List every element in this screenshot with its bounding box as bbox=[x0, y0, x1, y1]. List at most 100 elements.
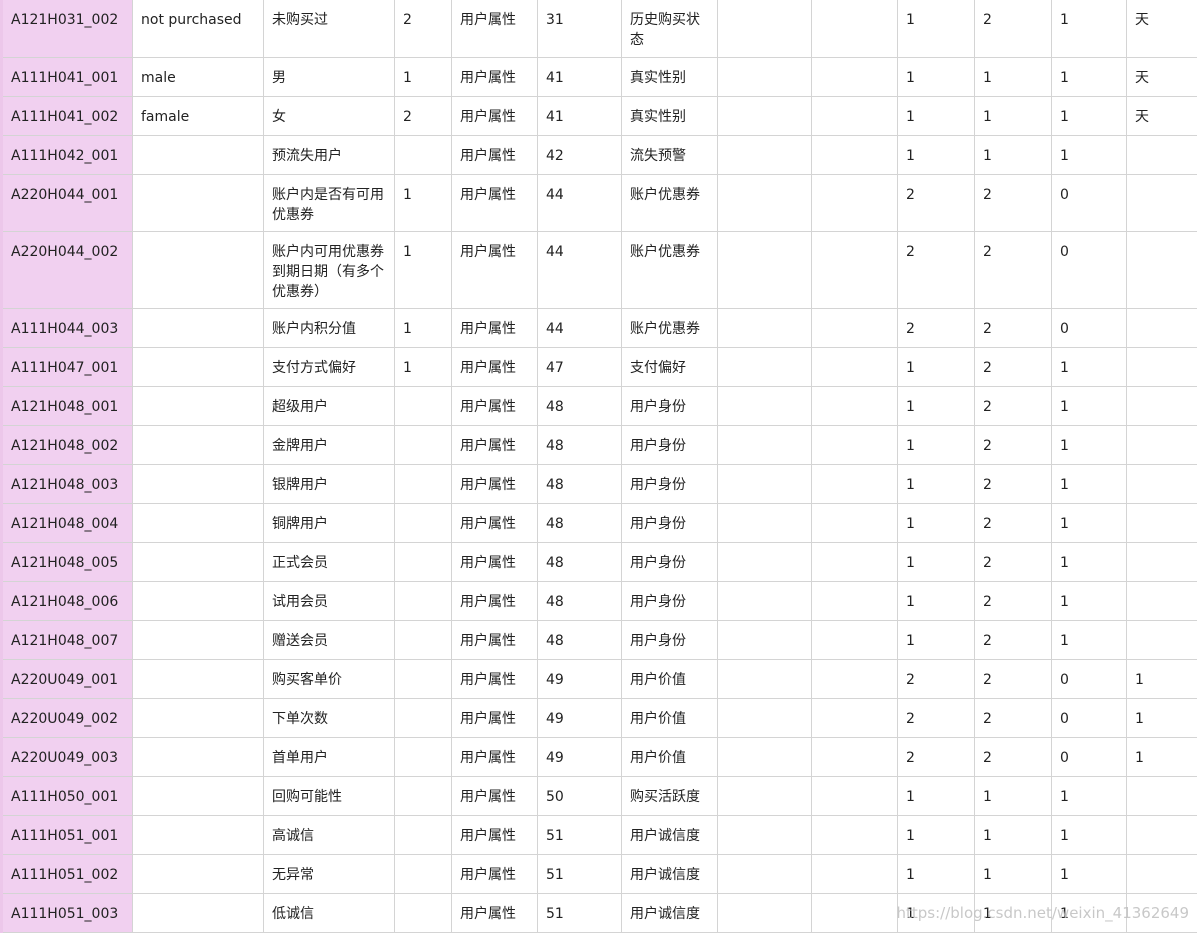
unit-cell[interactable] bbox=[1127, 504, 1197, 543]
flag-a-cell[interactable]: 1 bbox=[898, 816, 975, 855]
flag-c-cell[interactable]: 1 bbox=[1052, 582, 1127, 621]
attribute-type-cell[interactable]: 用户属性 bbox=[452, 97, 538, 136]
unit-cell[interactable] bbox=[1127, 387, 1197, 426]
empty-cell[interactable] bbox=[718, 348, 812, 387]
category-number-cell[interactable]: 49 bbox=[538, 699, 622, 738]
english-name-cell[interactable] bbox=[133, 348, 264, 387]
flag-b-cell[interactable]: 2 bbox=[975, 699, 1052, 738]
category-number-cell[interactable]: 47 bbox=[538, 348, 622, 387]
flag-b-cell[interactable]: 2 bbox=[975, 175, 1052, 232]
unit-cell[interactable]: 1 bbox=[1127, 660, 1197, 699]
english-name-cell[interactable] bbox=[133, 426, 264, 465]
empty-cell[interactable] bbox=[812, 175, 898, 232]
tag-code-cell[interactable]: A111H051_001 bbox=[2, 816, 133, 855]
attribute-type-cell[interactable]: 用户属性 bbox=[452, 543, 538, 582]
flag-b-cell[interactable]: 1 bbox=[975, 777, 1052, 816]
category-number-cell[interactable]: 31 bbox=[538, 0, 622, 58]
english-name-cell[interactable]: not purchased bbox=[133, 0, 264, 58]
category-name-cell[interactable]: 支付偏好 bbox=[622, 348, 718, 387]
tag-code-cell[interactable]: A111H051_003 bbox=[2, 894, 133, 933]
category-name-cell[interactable]: 用户身份 bbox=[622, 504, 718, 543]
category-number-cell[interactable]: 48 bbox=[538, 504, 622, 543]
unit-cell[interactable]: 1 bbox=[1127, 699, 1197, 738]
english-name-cell[interactable]: famale bbox=[133, 97, 264, 136]
empty-cell[interactable] bbox=[718, 699, 812, 738]
tag-value-cell[interactable] bbox=[395, 543, 452, 582]
category-number-cell[interactable]: 48 bbox=[538, 621, 622, 660]
category-name-cell[interactable]: 用户价值 bbox=[622, 699, 718, 738]
empty-cell[interactable] bbox=[718, 465, 812, 504]
empty-cell[interactable] bbox=[718, 175, 812, 232]
category-name-cell[interactable]: 用户身份 bbox=[622, 582, 718, 621]
tag-name-cell[interactable]: 金牌用户 bbox=[264, 426, 395, 465]
flag-c-cell[interactable]: 0 bbox=[1052, 660, 1127, 699]
empty-cell[interactable] bbox=[718, 309, 812, 348]
english-name-cell[interactable] bbox=[133, 621, 264, 660]
flag-c-cell[interactable]: 1 bbox=[1052, 465, 1127, 504]
attribute-type-cell[interactable]: 用户属性 bbox=[452, 465, 538, 504]
unit-cell[interactable] bbox=[1127, 175, 1197, 232]
tag-code-cell[interactable]: A111H051_002 bbox=[2, 855, 133, 894]
tag-code-cell[interactable]: A220H044_001 bbox=[2, 175, 133, 232]
unit-cell[interactable] bbox=[1127, 136, 1197, 175]
empty-cell[interactable] bbox=[812, 543, 898, 582]
category-name-cell[interactable]: 购买活跃度 bbox=[622, 777, 718, 816]
empty-cell[interactable] bbox=[812, 387, 898, 426]
tag-name-cell[interactable]: 首单用户 bbox=[264, 738, 395, 777]
tag-value-cell[interactable] bbox=[395, 777, 452, 816]
flag-c-cell[interactable]: 0 bbox=[1052, 699, 1127, 738]
flag-a-cell[interactable]: 1 bbox=[898, 348, 975, 387]
attribute-type-cell[interactable]: 用户属性 bbox=[452, 387, 538, 426]
tag-value-cell[interactable] bbox=[395, 894, 452, 933]
flag-b-cell[interactable]: 1 bbox=[975, 136, 1052, 175]
unit-cell[interactable] bbox=[1127, 348, 1197, 387]
attribute-type-cell[interactable]: 用户属性 bbox=[452, 582, 538, 621]
empty-cell[interactable] bbox=[812, 660, 898, 699]
flag-a-cell[interactable]: 1 bbox=[898, 465, 975, 504]
flag-b-cell[interactable]: 2 bbox=[975, 465, 1052, 504]
empty-cell[interactable] bbox=[718, 97, 812, 136]
empty-cell[interactable] bbox=[718, 58, 812, 97]
tag-value-cell[interactable]: 1 bbox=[395, 232, 452, 309]
tag-name-cell[interactable]: 超级用户 bbox=[264, 387, 395, 426]
empty-cell[interactable] bbox=[812, 0, 898, 58]
flag-c-cell[interactable]: 1 bbox=[1052, 387, 1127, 426]
unit-cell[interactable] bbox=[1127, 309, 1197, 348]
english-name-cell[interactable]: male bbox=[133, 58, 264, 97]
english-name-cell[interactable] bbox=[133, 699, 264, 738]
tag-code-cell[interactable]: A121H048_006 bbox=[2, 582, 133, 621]
tag-code-cell[interactable]: A111H044_003 bbox=[2, 309, 133, 348]
empty-cell[interactable] bbox=[718, 543, 812, 582]
flag-a-cell[interactable]: 2 bbox=[898, 309, 975, 348]
attribute-type-cell[interactable]: 用户属性 bbox=[452, 348, 538, 387]
flag-c-cell[interactable]: 1 bbox=[1052, 0, 1127, 58]
empty-cell[interactable] bbox=[718, 738, 812, 777]
flag-b-cell[interactable]: 2 bbox=[975, 426, 1052, 465]
english-name-cell[interactable] bbox=[133, 816, 264, 855]
category-number-cell[interactable]: 42 bbox=[538, 136, 622, 175]
category-number-cell[interactable]: 51 bbox=[538, 894, 622, 933]
category-number-cell[interactable]: 48 bbox=[538, 387, 622, 426]
tag-name-cell[interactable]: 购买客单价 bbox=[264, 660, 395, 699]
tag-name-cell[interactable]: 女 bbox=[264, 97, 395, 136]
empty-cell[interactable] bbox=[812, 699, 898, 738]
flag-c-cell[interactable]: 1 bbox=[1052, 504, 1127, 543]
tag-value-cell[interactable] bbox=[395, 504, 452, 543]
tag-code-cell[interactable]: A220U049_003 bbox=[2, 738, 133, 777]
tag-code-cell[interactable]: A121H048_007 bbox=[2, 621, 133, 660]
category-name-cell[interactable]: 流失预警 bbox=[622, 136, 718, 175]
english-name-cell[interactable] bbox=[133, 894, 264, 933]
category-name-cell[interactable]: 用户诚信度 bbox=[622, 816, 718, 855]
category-number-cell[interactable]: 49 bbox=[538, 660, 622, 699]
tag-value-cell[interactable] bbox=[395, 387, 452, 426]
tag-name-cell[interactable]: 试用会员 bbox=[264, 582, 395, 621]
empty-cell[interactable] bbox=[812, 232, 898, 309]
tag-name-cell[interactable]: 账户内是否有可用优惠券 bbox=[264, 175, 395, 232]
english-name-cell[interactable] bbox=[133, 175, 264, 232]
english-name-cell[interactable] bbox=[133, 582, 264, 621]
category-name-cell[interactable]: 用户身份 bbox=[622, 387, 718, 426]
flag-c-cell[interactable]: 1 bbox=[1052, 97, 1127, 136]
empty-cell[interactable] bbox=[812, 816, 898, 855]
attribute-type-cell[interactable]: 用户属性 bbox=[452, 894, 538, 933]
tag-code-cell[interactable]: A121H048_002 bbox=[2, 426, 133, 465]
